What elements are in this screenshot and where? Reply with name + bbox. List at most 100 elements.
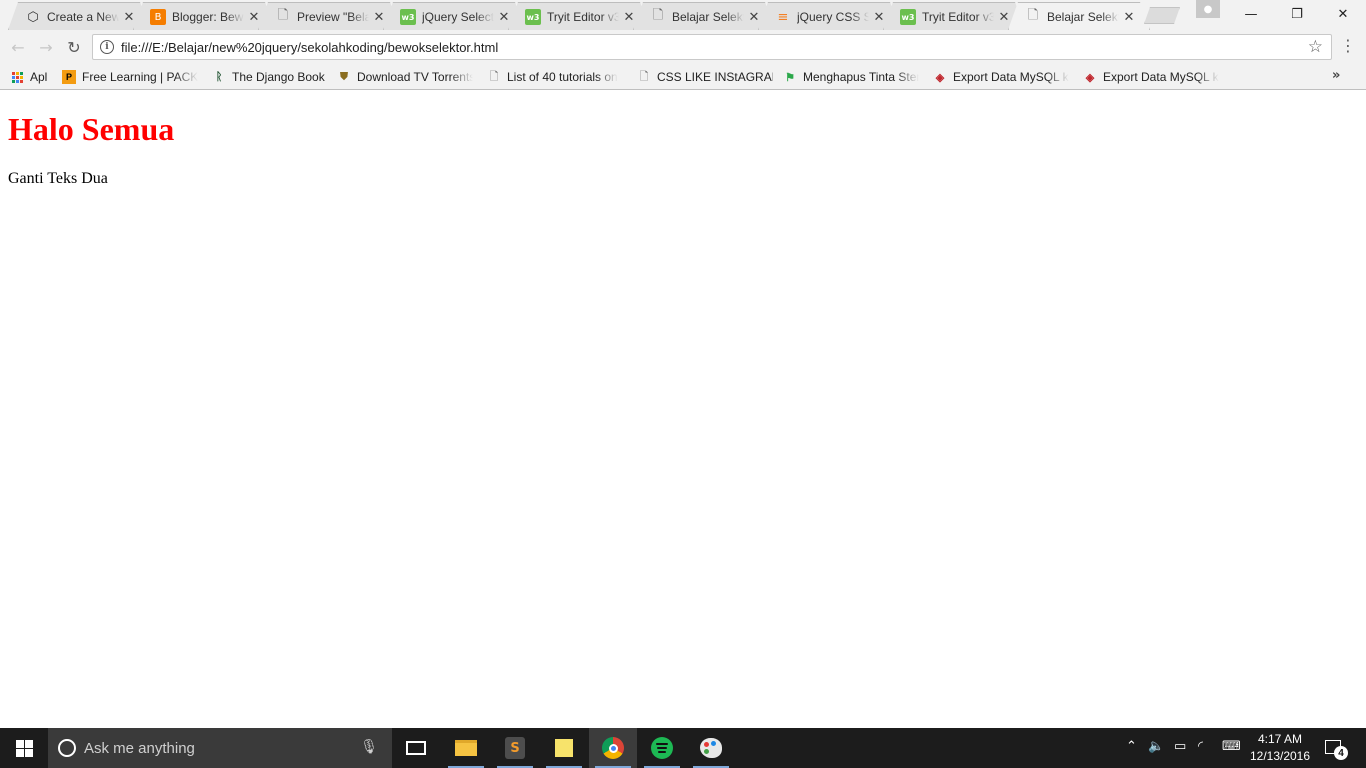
microphone-icon[interactable]: 🎙 — [360, 739, 378, 755]
taskbar-paint[interactable] — [687, 728, 735, 768]
taskbar-sublime-text[interactable]: S — [491, 728, 539, 768]
chrome-icon — [602, 737, 624, 759]
tab-title: Belajar Selektor — [1047, 10, 1118, 24]
reload-icon[interactable]: ↻ — [62, 35, 86, 59]
bookmark-tutorials[interactable]: 🗋 List of 40 tutorials on — [487, 67, 623, 87]
bookmark-label: CSS LIKE INStAGRAM — [657, 70, 773, 84]
close-icon[interactable]: ✕ — [123, 10, 135, 25]
close-icon[interactable]: ✕ — [498, 10, 510, 25]
close-icon[interactable]: ✕ — [373, 10, 385, 25]
w3schools-icon: w3 — [900, 9, 916, 25]
forward-icon[interactable]: → — [34, 35, 58, 59]
task-view-button[interactable] — [392, 728, 440, 768]
close-icon[interactable]: ✕ — [748, 10, 760, 25]
cortana-icon — [58, 739, 76, 757]
url-text[interactable]: file:///E:/Belajar/new%20jquery/sekolahk… — [121, 40, 498, 55]
tab-title: jQuery CSS Selector — [797, 10, 869, 24]
bookmark-django[interactable]: ᚱ The Django Book — [212, 67, 326, 87]
tab-title: Blogger: Bewok — [172, 10, 244, 24]
info-icon[interactable]: i — [100, 40, 114, 54]
bookmark-export-mysql-1[interactable]: ◈ Export Data MySQL ke — [933, 67, 1069, 87]
tab-8[interactable]: w3 Tryit Editor v3.1 ✕ — [883, 2, 1025, 30]
tab-5[interactable]: w3 Tryit Editor v3.1 ✕ — [508, 2, 650, 30]
search-placeholder: Ask me anything — [84, 739, 195, 757]
page-paragraph: Ganti Teks Dua — [8, 170, 108, 187]
battery-icon[interactable]: ▭ — [1174, 739, 1186, 754]
w3schools-icon: w3 — [400, 9, 416, 25]
back-icon[interactable]: ← — [6, 35, 30, 59]
tab-title: jQuery Selectors — [422, 10, 494, 24]
tab-7[interactable]: ≡ jQuery CSS Selector ✕ — [758, 2, 900, 30]
bookmark-tinta-stempel[interactable]: ⚑ Menghapus Tinta Stempel — [783, 67, 919, 87]
bookmark-label: Apl — [30, 70, 48, 84]
sublime-text-icon: S — [505, 737, 525, 759]
bookmarks-bar: Apl P Free Learning | PACKT ᚱ The Django… — [0, 64, 1366, 90]
taskbar-sticky-notes[interactable] — [540, 728, 588, 768]
page-icon: 🗋 — [1027, 8, 1039, 23]
bookmark-tv-torrents[interactable]: ⛊ Download TV Torrents — [337, 67, 473, 87]
tab-2[interactable]: B Blogger: Bewok ✕ — [133, 2, 275, 30]
close-icon[interactable]: ✕ — [998, 10, 1010, 25]
bookmark-label: Export Data MySQL ke — [953, 70, 1069, 84]
keyboard-icon[interactable]: ⌨ — [1222, 739, 1241, 754]
page-icon: 🗋 — [277, 8, 289, 23]
page-viewport: Halo Semua Ganti Teks Dua — [0, 91, 1366, 728]
tab-title: Tryit Editor v3.1 — [922, 10, 994, 24]
chrome-menu-icon[interactable]: ⋮ — [1340, 37, 1356, 57]
packt-icon: P — [62, 70, 76, 84]
stackoverflow-icon: ≡ — [777, 9, 789, 25]
close-icon[interactable]: ✕ — [873, 10, 885, 25]
close-window-button[interactable]: ✕ — [1320, 0, 1366, 28]
windows-taskbar: Ask me anything 🎙 S ⌃ 🔈 ▭ ◜ ⌨ 4:17 AM 12… — [0, 728, 1366, 768]
tab-9-active[interactable]: 🗋 Belajar Selektor ✕ — [1008, 2, 1150, 30]
cortana-search-box[interactable]: Ask me anything 🎙 — [48, 728, 392, 768]
page-heading: Halo Semua — [8, 111, 175, 147]
tab-4[interactable]: w3 jQuery Selectors ✕ — [383, 2, 525, 30]
address-bar[interactable]: i file:///E:/Belajar/new%20jquery/sekola… — [92, 34, 1332, 60]
taskbar-spotify[interactable] — [638, 728, 686, 768]
blogger-icon: B — [150, 9, 166, 25]
profile-icon[interactable]: ● — [1196, 0, 1220, 18]
bookmark-star-icon[interactable]: ☆ — [1308, 37, 1323, 57]
apps-grid-icon — [10, 70, 24, 84]
clock-date: 12/13/2016 — [1249, 749, 1311, 763]
paint-palette-icon — [700, 738, 722, 758]
start-button[interactable] — [0, 728, 48, 768]
close-icon[interactable]: ✕ — [248, 10, 260, 25]
tab-6[interactable]: 🗋 Belajar Selektor ✕ — [633, 2, 775, 30]
clock-time: 4:17 AM — [1257, 732, 1303, 746]
tab-title: Belajar Selektor — [672, 10, 743, 24]
wifi-icon[interactable]: ◜ — [1198, 739, 1203, 754]
bookmark-css-instagram[interactable]: 🗋 CSS LIKE INStAGRAM — [637, 67, 773, 87]
taskbar-chrome[interactable] — [589, 728, 637, 768]
tab-1[interactable]: ⬡ Create a New Pen ✕ — [8, 2, 150, 30]
file-explorer-icon — [455, 740, 477, 756]
action-center-button[interactable]: 4 — [1318, 736, 1352, 762]
tab-title: Create a New Pen — [47, 10, 119, 24]
taskbar-file-explorer[interactable] — [442, 728, 490, 768]
minimize-button[interactable]: — — [1228, 0, 1274, 28]
restore-button[interactable]: ❐ — [1274, 0, 1320, 28]
new-tab-button[interactable] — [1144, 7, 1180, 24]
codepen-icon: ⬡ — [27, 9, 39, 25]
bookmark-export-mysql-2[interactable]: ◈ Export Data MySQL ke — [1083, 67, 1219, 87]
bookmarks-overflow-icon[interactable]: » — [1332, 68, 1340, 83]
tray-chevron-up-icon[interactable]: ⌃ — [1126, 739, 1137, 754]
page-icon: 🗋 — [652, 8, 664, 23]
page-icon: 🗋 — [489, 70, 499, 83]
bookmark-label: Menghapus Tinta Stempel — [803, 70, 919, 84]
tab-3[interactable]: 🗋 Preview "Belajar ✕ — [258, 2, 400, 30]
shield-icon: ⛊ — [339, 70, 349, 83]
close-icon[interactable]: ✕ — [1123, 10, 1135, 25]
close-icon[interactable]: ✕ — [623, 10, 635, 25]
volume-icon[interactable]: 🔈 — [1148, 739, 1164, 754]
bookmark-apps[interactable]: Apl — [10, 67, 47, 87]
bookmark-packt[interactable]: P Free Learning | PACKT — [62, 67, 198, 87]
bookmark-label: Export Data MySQL ke — [1103, 70, 1219, 84]
django-icon: ᚱ — [215, 71, 223, 83]
tab-strip: ⬡ Create a New Pen ✕ B Blogger: Bewok ✕ … — [0, 0, 1366, 30]
system-clock[interactable]: 4:17 AM 12/13/2016 — [1246, 731, 1314, 765]
bookmark-label: Free Learning | PACKT — [82, 70, 198, 84]
stack-icon: ◈ — [1085, 71, 1095, 84]
browser-toolbar: ← → ↻ i file:///E:/Belajar/new%20jquery/… — [0, 30, 1366, 64]
